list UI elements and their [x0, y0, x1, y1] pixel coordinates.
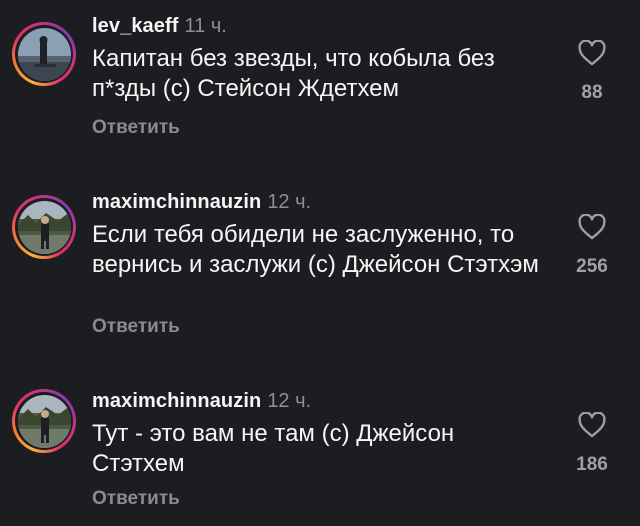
comment-meta: lev_kaeff 11 ч. [92, 14, 227, 38]
comment-meta: maximchinnauzin 12 ч. [92, 389, 311, 413]
heart-outline-icon [578, 412, 606, 438]
reply-button[interactable]: Ответить [92, 488, 180, 510]
like-count: 88 [581, 82, 603, 103]
heart-outline-icon [578, 214, 606, 240]
like-count: 256 [576, 256, 608, 277]
avatar-story-ring[interactable] [12, 389, 76, 453]
avatar [17, 200, 71, 254]
comment-text: Если тебя обидели не заслуженно, то верн… [92, 221, 539, 278]
heart-outline-icon [578, 40, 606, 66]
comment-text: Тут - это вам не там (с) Джейсон Стэтхем [92, 420, 455, 477]
avatar [17, 27, 71, 81]
avatar-frame [15, 392, 73, 450]
like-button[interactable]: 256 [560, 214, 624, 278]
timestamp: 12 ч. [267, 191, 312, 213]
reply-button[interactable]: Ответить [92, 316, 180, 338]
avatar [17, 394, 71, 448]
comment-text: Капитан без звезды, что кобыла без п*зды… [92, 45, 495, 102]
avatar-story-ring[interactable] [12, 22, 76, 86]
avatar-frame [15, 25, 73, 83]
username[interactable]: maximchinnauzin [92, 191, 261, 213]
like-button[interactable]: 186 [560, 412, 624, 476]
username[interactable]: lev_kaeff [92, 15, 179, 37]
timestamp: 11 ч. [184, 15, 227, 37]
username[interactable]: maximchinnauzin [92, 390, 261, 412]
like-button[interactable]: 88 [560, 40, 624, 104]
reply-button[interactable]: Ответить [92, 117, 180, 139]
like-count: 186 [576, 454, 608, 475]
timestamp: 12 ч. [267, 390, 312, 412]
avatar-frame [15, 198, 73, 256]
comment-meta: maximchinnauzin 12 ч. [92, 190, 311, 214]
avatar-story-ring[interactable] [12, 195, 76, 259]
